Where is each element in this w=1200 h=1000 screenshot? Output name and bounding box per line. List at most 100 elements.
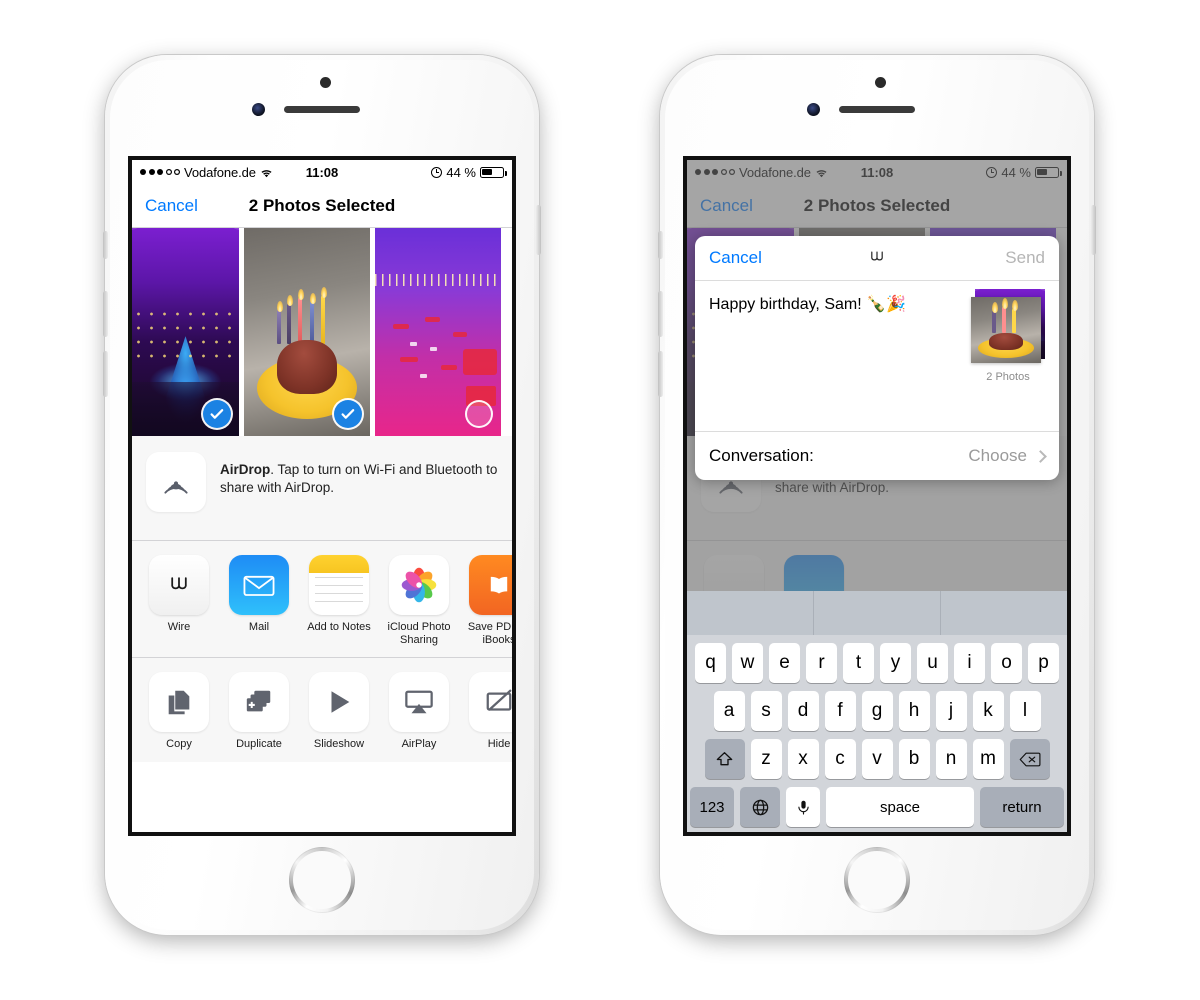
action-slideshow[interactable]: Slideshow bbox=[306, 672, 372, 751]
keyboard-row-3: z x c v b n m bbox=[687, 739, 1067, 779]
compose-cancel-button[interactable]: Cancel bbox=[709, 248, 762, 268]
keyboard-row-4: 123 space return bbox=[687, 787, 1067, 827]
key-k[interactable]: k bbox=[972, 691, 1004, 731]
airdrop-row[interactable]: AirDrop. Tap to turn on Wi-Fi and Blueto… bbox=[132, 436, 512, 540]
conversation-row[interactable]: Conversation: Choose bbox=[695, 431, 1059, 480]
globe-icon[interactable] bbox=[740, 787, 780, 827]
action-label: AirPlay bbox=[401, 738, 437, 751]
checkmark-icon[interactable] bbox=[334, 400, 362, 428]
power-button[interactable] bbox=[536, 205, 541, 255]
key-y[interactable]: y bbox=[880, 643, 911, 683]
key-b[interactable]: b bbox=[898, 739, 930, 779]
share-app-label: Wire bbox=[167, 621, 191, 633]
mute-switch[interactable] bbox=[103, 231, 108, 259]
compose-send-button[interactable]: Send bbox=[1005, 248, 1045, 268]
microphone-icon[interactable] bbox=[786, 787, 820, 827]
volume-up-button[interactable] bbox=[103, 291, 108, 337]
space-key[interactable]: space bbox=[826, 787, 974, 827]
action-airplay[interactable]: AirPlay bbox=[386, 672, 452, 751]
attachment-thumbnails bbox=[971, 289, 1045, 365]
checkmark-icon[interactable] bbox=[203, 400, 231, 428]
status-bar-left: Vodafone.de bbox=[140, 165, 273, 180]
key-e[interactable]: e bbox=[769, 643, 800, 683]
screen-right: Vodafone.de 11:08 44 % Cancel 2 Photos S… bbox=[687, 160, 1067, 832]
action-duplicate[interactable]: Duplicate bbox=[226, 672, 292, 751]
key-a[interactable]: a bbox=[713, 691, 745, 731]
message-input[interactable]: Happy birthday, Sam! 🍾🎉 bbox=[709, 295, 924, 316]
photo-thumbnail-sony-center[interactable] bbox=[132, 228, 239, 436]
compose-toolbar: Cancel Send bbox=[695, 236, 1059, 281]
on-screen-keyboard: q w e r t y u i o p a s d f g h j k l z … bbox=[687, 591, 1067, 832]
key-j[interactable]: j bbox=[935, 691, 967, 731]
conversation-label: Conversation: bbox=[709, 446, 814, 465]
action-hide[interactable]: Hide bbox=[466, 672, 512, 751]
share-apps-row: Wire Mail Add to Notes iCloud Photo Shar… bbox=[132, 541, 512, 658]
alarm-icon bbox=[431, 166, 443, 178]
actions-row: Copy Duplicate Slideshow AirPlay Hide bbox=[132, 658, 512, 762]
volume-down-button[interactable] bbox=[103, 351, 108, 397]
airdrop-description: AirDrop. Tap to turn on Wi-Fi and Blueto… bbox=[220, 452, 498, 497]
power-button[interactable] bbox=[1091, 205, 1096, 255]
airdrop-title: AirDrop bbox=[220, 462, 271, 477]
home-button[interactable] bbox=[844, 847, 910, 913]
empty-circle-icon[interactable] bbox=[465, 400, 493, 428]
backspace-icon[interactable] bbox=[1009, 739, 1050, 779]
key-f[interactable]: f bbox=[824, 691, 856, 731]
key-u[interactable]: u bbox=[917, 643, 948, 683]
screen-left: Vodafone.de 11:08 44 % Cancel 2 Photos S… bbox=[132, 160, 512, 832]
volume-up-button[interactable] bbox=[658, 291, 663, 337]
key-t[interactable]: t bbox=[843, 643, 874, 683]
key-w[interactable]: w bbox=[732, 643, 763, 683]
key-s[interactable]: s bbox=[750, 691, 782, 731]
key-p[interactable]: p bbox=[1028, 643, 1059, 683]
hide-icon bbox=[469, 672, 512, 733]
prediction-slot[interactable] bbox=[814, 591, 941, 635]
share-app-notes[interactable]: Add to Notes bbox=[306, 555, 372, 647]
action-copy[interactable]: Copy bbox=[146, 672, 212, 751]
key-c[interactable]: c bbox=[824, 739, 856, 779]
copy-icon bbox=[149, 672, 209, 733]
attachment-preview[interactable]: 2 Photos bbox=[971, 289, 1045, 383]
key-o[interactable]: o bbox=[991, 643, 1022, 683]
key-g[interactable]: g bbox=[861, 691, 893, 731]
selected-photos-strip bbox=[132, 228, 512, 436]
key-h[interactable]: h bbox=[898, 691, 930, 731]
key-n[interactable]: n bbox=[935, 739, 967, 779]
key-q[interactable]: q bbox=[695, 643, 726, 683]
cancel-button[interactable]: Cancel bbox=[145, 196, 198, 216]
key-d[interactable]: d bbox=[787, 691, 819, 731]
share-app-ibooks[interactable]: Save PDF to iBooks bbox=[466, 555, 512, 647]
key-i[interactable]: i bbox=[954, 643, 985, 683]
volume-down-button[interactable] bbox=[658, 351, 663, 397]
key-x[interactable]: x bbox=[787, 739, 819, 779]
share-app-mail[interactable]: Mail bbox=[226, 555, 292, 647]
key-l[interactable]: l bbox=[1009, 691, 1041, 731]
prediction-slot[interactable] bbox=[687, 591, 814, 635]
wifi-icon bbox=[260, 167, 273, 178]
shift-icon[interactable] bbox=[704, 739, 745, 779]
status-bar-right: 44 % bbox=[431, 165, 507, 180]
home-button[interactable] bbox=[289, 847, 355, 913]
mute-switch[interactable] bbox=[658, 231, 663, 259]
wire-app-icon bbox=[149, 555, 209, 615]
share-app-icloud-photos[interactable]: iCloud Photo Sharing bbox=[386, 555, 452, 647]
photo-thumbnail-airport[interactable] bbox=[375, 228, 501, 436]
share-app-label: Save PDF to iBooks bbox=[467, 621, 512, 647]
proximity-sensor bbox=[320, 77, 331, 88]
airplay-icon bbox=[389, 672, 449, 733]
photo-thumbnail-cupcake[interactable] bbox=[244, 228, 370, 436]
keyboard-row-2: a s d f g h j k l bbox=[687, 691, 1067, 731]
key-r[interactable]: r bbox=[806, 643, 837, 683]
signal-strength-icon bbox=[140, 169, 180, 175]
key-m[interactable]: m bbox=[972, 739, 1004, 779]
conversation-value: Choose bbox=[968, 446, 1027, 465]
screenshot-stage: Vodafone.de 11:08 44 % Cancel 2 Photos S… bbox=[0, 0, 1200, 1000]
prediction-slot[interactable] bbox=[941, 591, 1067, 635]
share-app-wire[interactable]: Wire bbox=[146, 555, 212, 647]
key-v[interactable]: v bbox=[861, 739, 893, 779]
key-z[interactable]: z bbox=[750, 739, 782, 779]
earpiece-speaker bbox=[839, 106, 915, 113]
return-key[interactable]: return bbox=[980, 787, 1064, 827]
numbers-key[interactable]: 123 bbox=[690, 787, 734, 827]
share-app-label: Add to Notes bbox=[307, 621, 371, 633]
